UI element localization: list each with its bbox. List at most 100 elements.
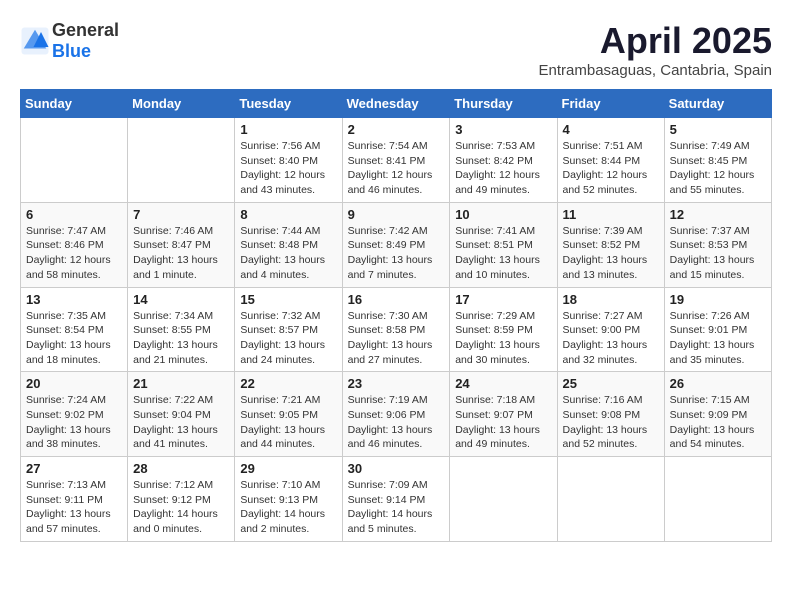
calendar-cell: 7 Sunrise: 7:46 AM Sunset: 8:47 PM Daylig…	[128, 202, 235, 287]
day-info: Sunrise: 7:16 AM Sunset: 9:08 PM Dayligh…	[563, 393, 659, 452]
day-number: 7	[133, 207, 229, 222]
calendar-title: April 2025	[539, 20, 772, 62]
day-number: 28	[133, 461, 229, 476]
calendar-week-row-3: 13Sunrise: 7:35 AM Sunset: 8:54 PM Dayli…	[21, 287, 772, 372]
day-number: 22	[240, 376, 336, 391]
day-info: Sunrise: 7:30 AM Sunset: 8:58 PM Dayligh…	[348, 309, 445, 368]
day-number: 23	[348, 376, 445, 391]
day-number: 27	[26, 461, 122, 476]
calendar-cell	[21, 118, 128, 203]
weekday-header-tuesday: Tuesday	[235, 90, 342, 118]
weekday-header-row: SundayMondayTuesdayWednesdayThursdayFrid…	[21, 90, 772, 118]
calendar-cell: 15Sunrise: 7:32 AM Sunset: 8:57 PM Dayli…	[235, 287, 342, 372]
day-info: Sunrise: 7:19 AM Sunset: 9:06 PM Dayligh…	[348, 393, 445, 452]
day-info: Sunrise: 7:27 AM Sunset: 9:00 PM Dayligh…	[563, 309, 659, 368]
day-info: Sunrise: 7:35 AM Sunset: 8:54 PM Dayligh…	[26, 309, 122, 368]
day-info: Sunrise: 7:37 AM Sunset: 8:53 PM Dayligh…	[670, 224, 766, 283]
calendar-cell: 14 Sunrise: 7:34 AM Sunset: 8:55 PM Dayli…	[128, 287, 235, 372]
calendar-cell: 22Sunrise: 7:21 AM Sunset: 9:05 PM Dayli…	[235, 372, 342, 457]
day-number: 26	[670, 376, 766, 391]
day-info: Sunrise: 7:53 AM Sunset: 8:42 PM Dayligh…	[455, 139, 551, 198]
calendar-cell: 12Sunrise: 7:37 AM Sunset: 8:53 PM Dayli…	[664, 202, 771, 287]
day-info: Sunrise: 7:15 AM Sunset: 9:09 PM Dayligh…	[670, 393, 766, 452]
calendar-cell: 29 Sunrise: 7:10 AM Sunset: 9:13 PM Dayli…	[235, 457, 342, 542]
calendar-cell: 30 Sunrise: 7:09 AM Sunset: 9:14 PM Dayli…	[342, 457, 450, 542]
weekday-header-thursday: Thursday	[450, 90, 557, 118]
calendar-cell: 13Sunrise: 7:35 AM Sunset: 8:54 PM Dayli…	[21, 287, 128, 372]
calendar-cell: 21 Sunrise: 7:22 AM Sunset: 9:04 PM Dayli…	[128, 372, 235, 457]
day-info: Sunrise: 7:44 AM Sunset: 8:48 PM Dayligh…	[240, 224, 336, 283]
calendar-cell: 17 Sunrise: 7:29 AM Sunset: 8:59 PM Dayli…	[450, 287, 557, 372]
day-number: 25	[563, 376, 659, 391]
day-info: Sunrise: 7:42 AM Sunset: 8:49 PM Dayligh…	[348, 224, 445, 283]
calendar-cell	[128, 118, 235, 203]
calendar-cell: 20 Sunrise: 7:24 AM Sunset: 9:02 PM Dayli…	[21, 372, 128, 457]
day-number: 8	[240, 207, 336, 222]
calendar-cell: 8 Sunrise: 7:44 AM Sunset: 8:48 PM Daylig…	[235, 202, 342, 287]
day-info: Sunrise: 7:24 AM Sunset: 9:02 PM Dayligh…	[26, 393, 122, 452]
weekday-header-sunday: Sunday	[21, 90, 128, 118]
day-info: Sunrise: 7:22 AM Sunset: 9:04 PM Dayligh…	[133, 393, 229, 452]
day-number: 5	[670, 122, 766, 137]
day-number: 21	[133, 376, 229, 391]
day-number: 3	[455, 122, 551, 137]
day-number: 4	[563, 122, 659, 137]
calendar-cell: 11 Sunrise: 7:39 AM Sunset: 8:52 PM Dayli…	[557, 202, 664, 287]
day-number: 14	[133, 292, 229, 307]
calendar-cell: 6 Sunrise: 7:47 AM Sunset: 8:46 PM Daylig…	[21, 202, 128, 287]
calendar-subtitle: Entrambasaguas, Cantabria, Spain	[539, 62, 772, 79]
day-info: Sunrise: 7:09 AM Sunset: 9:14 PM Dayligh…	[348, 478, 445, 537]
day-number: 6	[26, 207, 122, 222]
day-info: Sunrise: 7:47 AM Sunset: 8:46 PM Dayligh…	[26, 224, 122, 283]
weekday-header-wednesday: Wednesday	[342, 90, 450, 118]
day-number: 11	[563, 207, 659, 222]
calendar-cell: 24Sunrise: 7:18 AM Sunset: 9:07 PM Dayli…	[450, 372, 557, 457]
day-number: 20	[26, 376, 122, 391]
calendar-cell	[450, 457, 557, 542]
weekday-header-saturday: Saturday	[664, 90, 771, 118]
logo: General Blue	[20, 20, 119, 62]
day-number: 17	[455, 292, 551, 307]
calendar-cell: 4 Sunrise: 7:51 AM Sunset: 8:44 PM Daylig…	[557, 118, 664, 203]
calendar-week-row-5: 27 Sunrise: 7:13 AM Sunset: 9:11 PM Dayli…	[21, 457, 772, 542]
day-info: Sunrise: 7:46 AM Sunset: 8:47 PM Dayligh…	[133, 224, 229, 283]
calendar-cell: 25 Sunrise: 7:16 AM Sunset: 9:08 PM Dayli…	[557, 372, 664, 457]
calendar-week-row-2: 6 Sunrise: 7:47 AM Sunset: 8:46 PM Daylig…	[21, 202, 772, 287]
day-info: Sunrise: 7:26 AM Sunset: 9:01 PM Dayligh…	[670, 309, 766, 368]
day-info: Sunrise: 7:32 AM Sunset: 8:57 PM Dayligh…	[240, 309, 336, 368]
logo-general-text: General	[52, 20, 119, 40]
day-info: Sunrise: 7:54 AM Sunset: 8:41 PM Dayligh…	[348, 139, 445, 198]
calendar-table: SundayMondayTuesdayWednesdayThursdayFrid…	[20, 89, 772, 542]
day-number: 30	[348, 461, 445, 476]
day-number: 18	[563, 292, 659, 307]
calendar-cell: 3 Sunrise: 7:53 AM Sunset: 8:42 PM Daylig…	[450, 118, 557, 203]
calendar-cell: 23 Sunrise: 7:19 AM Sunset: 9:06 PM Dayli…	[342, 372, 450, 457]
calendar-cell: 18 Sunrise: 7:27 AM Sunset: 9:00 PM Dayli…	[557, 287, 664, 372]
day-info: Sunrise: 7:39 AM Sunset: 8:52 PM Dayligh…	[563, 224, 659, 283]
calendar-cell: 26 Sunrise: 7:15 AM Sunset: 9:09 PM Dayli…	[664, 372, 771, 457]
calendar-cell: 16 Sunrise: 7:30 AM Sunset: 8:58 PM Dayli…	[342, 287, 450, 372]
day-info: Sunrise: 7:10 AM Sunset: 9:13 PM Dayligh…	[240, 478, 336, 537]
weekday-header-monday: Monday	[128, 90, 235, 118]
day-info: Sunrise: 7:29 AM Sunset: 8:59 PM Dayligh…	[455, 309, 551, 368]
calendar-week-row-4: 20 Sunrise: 7:24 AM Sunset: 9:02 PM Dayli…	[21, 372, 772, 457]
calendar-cell	[664, 457, 771, 542]
calendar-cell: 28 Sunrise: 7:12 AM Sunset: 9:12 PM Dayli…	[128, 457, 235, 542]
calendar-cell: 9 Sunrise: 7:42 AM Sunset: 8:49 PM Daylig…	[342, 202, 450, 287]
weekday-header-friday: Friday	[557, 90, 664, 118]
day-info: Sunrise: 7:34 AM Sunset: 8:55 PM Dayligh…	[133, 309, 229, 368]
day-number: 16	[348, 292, 445, 307]
title-block: April 2025 Entrambasaguas, Cantabria, Sp…	[539, 20, 772, 79]
calendar-cell: 1Sunrise: 7:56 AM Sunset: 8:40 PM Daylig…	[235, 118, 342, 203]
day-info: Sunrise: 7:13 AM Sunset: 9:11 PM Dayligh…	[26, 478, 122, 537]
day-number: 2	[348, 122, 445, 137]
day-info: Sunrise: 7:51 AM Sunset: 8:44 PM Dayligh…	[563, 139, 659, 198]
logo-blue-text: Blue	[52, 41, 91, 61]
day-number: 29	[240, 461, 336, 476]
day-number: 9	[348, 207, 445, 222]
day-info: Sunrise: 7:12 AM Sunset: 9:12 PM Dayligh…	[133, 478, 229, 537]
calendar-week-row-1: 1Sunrise: 7:56 AM Sunset: 8:40 PM Daylig…	[21, 118, 772, 203]
day-number: 24	[455, 376, 551, 391]
calendar-cell: 5Sunrise: 7:49 AM Sunset: 8:45 PM Daylig…	[664, 118, 771, 203]
day-info: Sunrise: 7:56 AM Sunset: 8:40 PM Dayligh…	[240, 139, 336, 198]
